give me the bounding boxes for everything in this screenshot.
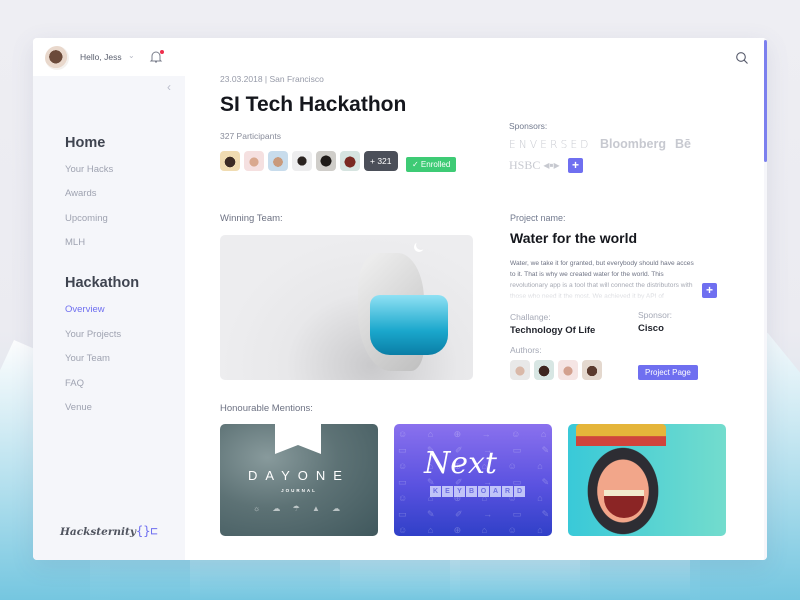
sponsor-logo-enversed[interactable]: ENVERSED (509, 139, 592, 151)
sponsor-value: Cisco (638, 323, 664, 334)
water-shape (370, 295, 448, 355)
sidebar: ‹ Home Your Hacks Awards Upcoming MLH Ha… (33, 76, 185, 560)
brand-name: Hacksternity (60, 526, 136, 538)
app-window: Hello, Jess ⌄ ‹ Home Your Hacks Awards U… (33, 38, 767, 560)
weather-icons: ☼ ☁ ☂ ▲ ☁ (252, 504, 346, 513)
keyboard-letter-tile: R (502, 486, 513, 497)
keyboard-letter-tile: D (514, 486, 525, 497)
sponsor-label: Sponsor: (638, 310, 673, 320)
sidebar-item-mlh[interactable]: MLH (65, 237, 85, 248)
sidebar-item-your-hacks[interactable]: Your Hacks (65, 164, 113, 175)
participant-avatar[interactable] (316, 151, 336, 171)
participant-avatar[interactable] (244, 151, 264, 171)
expand-description-button[interactable]: + (702, 283, 717, 298)
sidebar-item-your-projects[interactable]: Your Projects (65, 329, 121, 340)
sidebar-item-upcoming[interactable]: Upcoming (65, 213, 108, 224)
collapse-sidebar-icon[interactable]: ‹ (167, 80, 171, 94)
keyboard-letter-tile: E (442, 486, 453, 497)
sponsor-logo-hsbc[interactable]: HSBC ◂▪▸ (509, 158, 560, 173)
top-bar: Hello, Jess ⌄ (33, 38, 767, 76)
mention-title: DAYONE (248, 468, 350, 483)
author-avatar[interactable] (510, 360, 530, 380)
sidebar-item-your-team[interactable]: Your Team (65, 353, 110, 364)
chevron-down-icon[interactable]: ⌄ (128, 51, 135, 60)
notification-dot (160, 50, 164, 54)
user-avatar[interactable] (45, 46, 69, 70)
scrollbar[interactable] (764, 38, 767, 560)
scrollbar-thumb[interactable] (764, 40, 767, 162)
sponsors-label: Sponsors: (509, 121, 548, 131)
sidebar-item-overview[interactable]: Overview (65, 304, 105, 315)
mention-card-next-keyboard[interactable]: ☺ ⌂ ⊕ → ☺ ⌂ ⊕ → ▭ ✎ ✐ → ▭ ✎ ✐ → ☺ ⌂ ⊕ ⌂ … (394, 424, 552, 536)
sidebar-heading-hackathon[interactable]: Hackathon (65, 275, 139, 291)
author-avatars (510, 360, 602, 380)
participant-avatar[interactable] (268, 151, 288, 171)
keyboard-letter-tile: B (466, 486, 477, 497)
page-title: SI Tech Hackathon (220, 93, 407, 116)
keyboard-letter-tile: K (430, 486, 441, 497)
keyboard-letter-tile: O (478, 486, 489, 497)
king-face-art (578, 436, 668, 536)
event-meta: 23.03.2018 | San Francisco (220, 74, 324, 84)
sidebar-item-awards[interactable]: Awards (65, 188, 97, 199)
mention-subtitle: JOURNAL (281, 488, 317, 493)
challenge-label: Challange: (510, 312, 551, 322)
moon-icon (416, 240, 426, 250)
crown-art (576, 424, 666, 446)
keyboard-letter-tile: A (490, 486, 501, 497)
sidebar-heading-home[interactable]: Home (65, 135, 105, 151)
mention-title: Next (424, 446, 497, 481)
author-avatar[interactable] (582, 360, 602, 380)
project-page-button[interactable]: Project Page (638, 365, 698, 380)
search-icon[interactable] (735, 51, 749, 65)
participant-avatars: + 321 (220, 151, 398, 171)
bookmark-icon (275, 424, 321, 454)
enrolled-badge: ✓ Enrolled (406, 157, 457, 172)
sponsor-logo-behance[interactable]: Bē (675, 137, 691, 151)
greeting[interactable]: Hello, Jess (80, 52, 122, 62)
participants-count: 327 Participants (220, 131, 281, 141)
sponsor-logo-bloomberg[interactable]: Bloomberg (600, 137, 666, 151)
more-participants-badge[interactable]: + 321 (364, 151, 398, 171)
authors-label: Authors: (510, 345, 542, 355)
participant-avatar[interactable] (220, 151, 240, 171)
winning-project-image[interactable] (220, 235, 473, 380)
mention-subtitle: KEYBOARD (430, 486, 525, 497)
add-sponsor-button[interactable]: + (568, 158, 583, 173)
project-title: Water for the world (510, 230, 638, 246)
project-name-label: Project name: (510, 213, 566, 223)
mention-card-clash-royale[interactable] (568, 424, 726, 536)
challenge-value: Technology Of Life (510, 325, 596, 336)
author-avatar[interactable] (558, 360, 578, 380)
sidebar-item-venue[interactable]: Venue (65, 402, 92, 413)
brand-logo-icon: {}⊏ (136, 524, 158, 538)
author-avatar[interactable] (534, 360, 554, 380)
project-description: Water, we take it for granted, but every… (510, 260, 694, 300)
honourable-mentions-label: Honourable Mentions: (220, 403, 313, 414)
mention-card-dayone[interactable]: DAYONE JOURNAL ☼ ☁ ☂ ▲ ☁ (220, 424, 378, 536)
keyboard-letter-tile: Y (454, 486, 465, 497)
participant-avatar[interactable] (292, 151, 312, 171)
winning-team-label: Winning Team: (220, 213, 283, 224)
sidebar-item-faq[interactable]: FAQ (65, 378, 84, 389)
participant-avatar[interactable] (340, 151, 360, 171)
